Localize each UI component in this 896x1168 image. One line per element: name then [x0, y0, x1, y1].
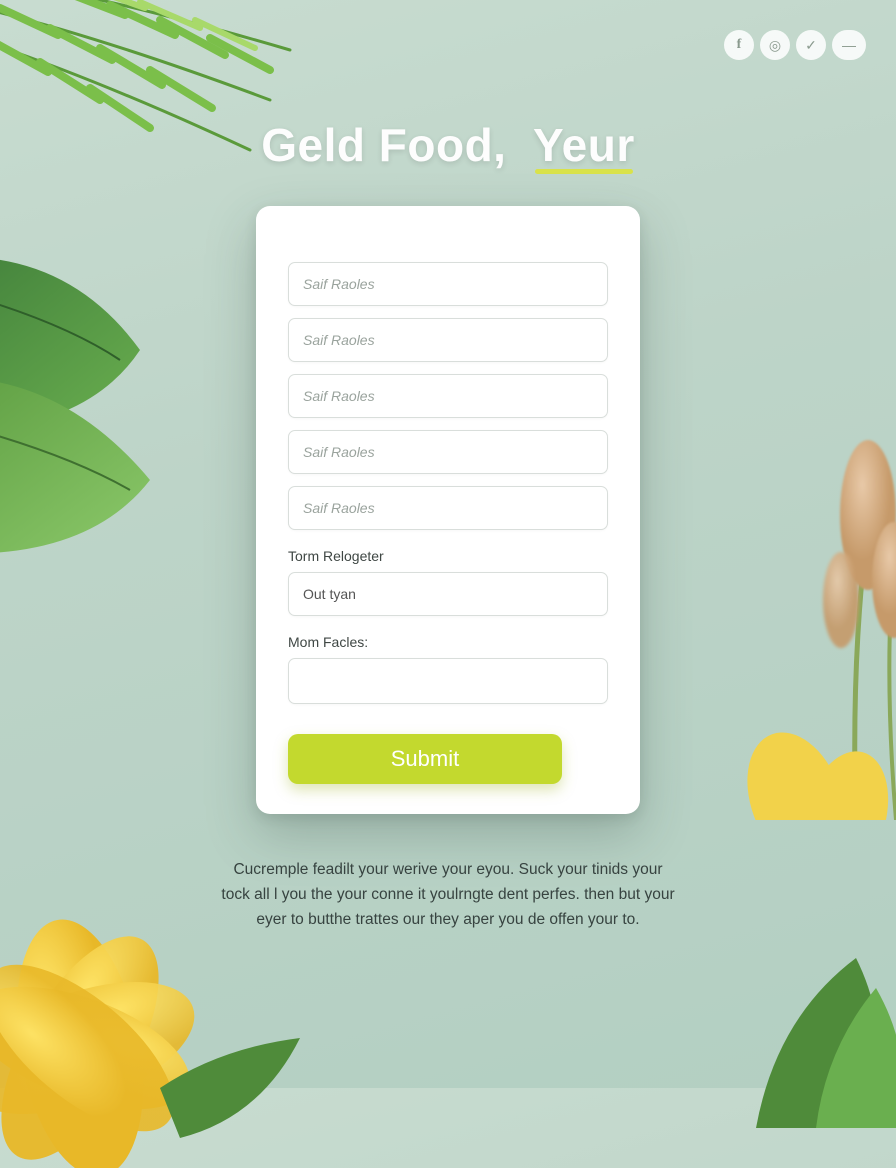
title-part1: Geld Food,	[261, 119, 506, 171]
form-card: Torm Relogeter Mom Facles: Submit	[256, 206, 640, 814]
field-2[interactable]	[288, 318, 608, 362]
pampas-decoration	[736, 420, 896, 820]
field-5[interactable]	[288, 486, 608, 530]
field-1[interactable]	[288, 262, 608, 306]
select-label: Torm Relogeter	[288, 548, 608, 564]
check-icon[interactable]: ✓	[796, 30, 826, 60]
social-links: f ◎ ✓ —	[724, 30, 866, 60]
leaf-decoration	[0, 200, 220, 580]
footer-blurb: Cucremple feadilt your werive your eyou.…	[218, 858, 678, 932]
page-title: Geld Food, Yeur	[0, 118, 896, 172]
instagram-icon[interactable]: ◎	[760, 30, 790, 60]
select-field[interactable]	[288, 572, 608, 616]
facebook-icon[interactable]: f	[724, 30, 754, 60]
menu-icon[interactable]: —	[832, 30, 866, 60]
field-4[interactable]	[288, 430, 608, 474]
textarea-field[interactable]	[288, 658, 608, 704]
submit-button[interactable]: Submit	[288, 734, 562, 784]
textarea-label: Mom Facles:	[288, 634, 608, 650]
field-3[interactable]	[288, 374, 608, 418]
title-part2: Yeur	[533, 118, 635, 172]
leaf-br-decoration	[716, 928, 896, 1128]
